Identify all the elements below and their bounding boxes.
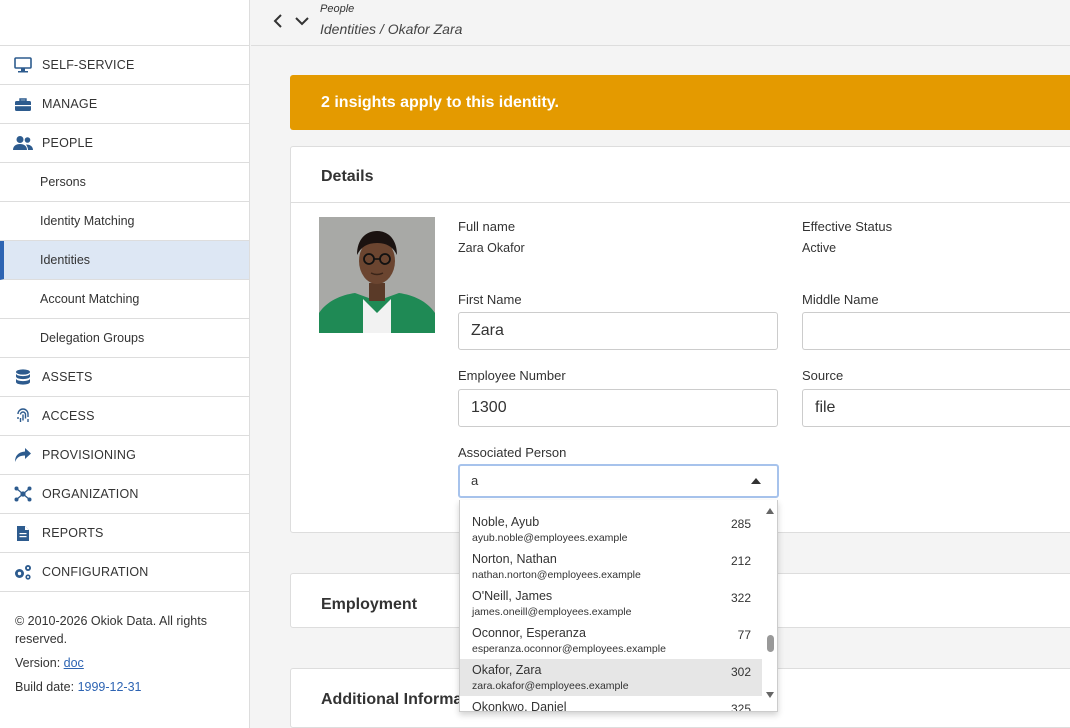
chevron-left-icon[interactable]	[269, 12, 287, 30]
associated-person-dropdown: Noble, Ayub ayub.noble@employees.example…	[459, 500, 778, 712]
sidebar-item-label: PROVISIONING	[42, 448, 137, 462]
sidebar-logo-area	[0, 0, 249, 46]
option-email: nathan.norton@employees.example	[472, 569, 641, 581]
sidebar-item-label: ASSETS	[42, 370, 93, 384]
option-name: O'Neill, James	[472, 589, 553, 603]
full-name-label: Full name	[458, 219, 516, 234]
scroll-up-icon[interactable]	[766, 508, 774, 514]
option-email: zara.okafor@employees.example	[472, 680, 629, 692]
sidebar-item-label: SELF-SERVICE	[42, 58, 135, 72]
sidebar-item-label: MANAGE	[42, 97, 98, 111]
option-name: Norton, Nathan	[472, 552, 557, 566]
sidebar-subitem-persons[interactable]: Persons	[0, 163, 249, 202]
sidebar-subitem-identity-matching[interactable]: Identity Matching	[0, 202, 249, 241]
associated-person-label: Associated Person	[458, 445, 567, 460]
sidebar-item-configuration[interactable]: CONFIGURATION	[0, 553, 249, 592]
sidebar-item-access[interactable]: ACCESS	[0, 397, 249, 436]
middle-name-input[interactable]	[802, 312, 1070, 350]
cogs-icon	[13, 563, 33, 581]
version-row: Version: doc	[15, 654, 240, 672]
breadcrumb-parent: People	[320, 3, 355, 15]
users-icon	[13, 134, 33, 152]
sidebar-subitem-identities[interactable]: Identities	[0, 241, 249, 280]
option-email: ayub.noble@employees.example	[472, 532, 628, 544]
version-label: Version:	[15, 656, 61, 670]
dropdown-scrollbar[interactable]	[762, 500, 777, 711]
file-icon	[13, 524, 33, 542]
caret-up-icon[interactable]	[751, 478, 761, 484]
header-bar: People Identities / Okafor Zara	[251, 0, 1070, 46]
identity-photo	[319, 217, 435, 333]
option-name: Okonkwo, Daniel	[472, 700, 567, 712]
sidebar-item-provisioning[interactable]: PROVISIONING	[0, 436, 249, 475]
sidebar-item-people[interactable]: PEOPLE	[0, 124, 249, 163]
option-number: 212	[730, 554, 751, 568]
copyright-text: © 2010-2026 Okiok Data. All rights reser…	[15, 614, 207, 646]
insights-banner-text: 2 insights apply to this identity.	[321, 93, 559, 111]
share-arrow-icon	[13, 446, 33, 464]
option-email: esperanza.oconnor@employees.example	[472, 643, 666, 655]
first-name-input[interactable]: Zara	[458, 312, 778, 350]
build-date-row: Build date: 1999-12-31	[15, 678, 240, 696]
option-number: 302	[730, 665, 751, 679]
dropdown-option[interactable]: O'Neill, James james.oneill@employees.ex…	[460, 585, 763, 622]
associated-person-query: a	[471, 473, 479, 488]
page-title: Identities / Okafor Zara	[320, 21, 463, 37]
sidebar-item-manage[interactable]: MANAGE	[0, 85, 249, 124]
version-doc-link[interactable]: doc	[64, 656, 84, 670]
sidebar-item-label: PEOPLE	[42, 136, 94, 150]
monitor-icon	[13, 56, 33, 74]
option-name: Noble, Ayub	[472, 515, 540, 529]
dropdown-option-highlighted[interactable]: Okafor, Zara zara.okafor@employees.examp…	[460, 659, 763, 696]
sidebar-footer: © 2010-2026 Okiok Data. All rights reser…	[15, 612, 240, 702]
toolbox-icon	[13, 95, 33, 113]
option-number: 285	[730, 517, 751, 531]
network-icon	[13, 485, 33, 503]
dropdown-option[interactable]: Okonkwo, Daniel 325	[460, 696, 763, 712]
first-name-label: First Name	[458, 292, 522, 307]
employee-number-input[interactable]: 1300	[458, 389, 778, 427]
middle-name-label: Middle Name	[802, 292, 879, 307]
chevron-down-icon[interactable]	[293, 12, 311, 30]
sidebar-item-organization[interactable]: ORGANIZATION	[0, 475, 249, 514]
option-name: Okafor, Zara	[472, 663, 542, 677]
associated-person-combobox[interactable]: a	[458, 464, 779, 498]
fingerprint-icon	[13, 407, 33, 425]
dropdown-option[interactable]: Oconnor, Esperanza esperanza.oconnor@emp…	[460, 622, 763, 659]
dropdown-option[interactable]: Norton, Nathan nathan.norton@employees.e…	[460, 548, 763, 585]
scroll-down-icon[interactable]	[766, 692, 774, 698]
build-date-value: 1999-12-31	[77, 680, 142, 694]
sidebar-item-assets[interactable]: ASSETS	[0, 358, 249, 397]
scrollbar-thumb[interactable]	[767, 635, 774, 652]
nav-arrows	[269, 12, 311, 30]
dropdown-option[interactable]: Noble, Ayub ayub.noble@employees.example…	[460, 511, 763, 548]
option-email: james.oneill@employees.example	[472, 606, 632, 618]
sidebar-item-label: REPORTS	[42, 526, 104, 540]
details-title: Details	[321, 168, 374, 185]
full-name-value: Zara Okafor	[458, 241, 525, 255]
source-label: Source	[802, 368, 844, 383]
source-input[interactable]: file	[802, 389, 1070, 427]
sidebar-item-label: CONFIGURATION	[42, 565, 149, 579]
option-name: Oconnor, Esperanza	[472, 626, 586, 640]
insights-banner[interactable]: 2 insights apply to this identity.	[290, 75, 1070, 130]
build-date-label: Build date:	[15, 680, 75, 694]
employee-number-label: Employee Number	[458, 368, 566, 383]
details-card: Details Full name Zara Okafor Effective …	[290, 146, 1070, 533]
effective-status-value: Active	[802, 241, 837, 255]
database-icon	[13, 368, 33, 386]
sidebar-item-self-service[interactable]: SELF-SERVICE	[0, 46, 249, 85]
details-card-header: Details	[291, 147, 1070, 203]
sidebar-item-reports[interactable]: REPORTS	[0, 514, 249, 553]
sidebar-subitem-account-matching[interactable]: Account Matching	[0, 280, 249, 319]
sidebar: SELF-SERVICE MANAGE PEOPLE Persons Ident…	[0, 0, 250, 728]
option-number: 77	[737, 628, 751, 642]
effective-status-label: Effective Status	[802, 219, 893, 234]
sidebar-subitem-delegation-groups[interactable]: Delegation Groups	[0, 319, 249, 358]
sidebar-item-label: ACCESS	[42, 409, 95, 423]
option-number: 322	[730, 591, 751, 605]
option-number: 325	[730, 702, 751, 712]
sidebar-item-label: ORGANIZATION	[42, 487, 139, 501]
